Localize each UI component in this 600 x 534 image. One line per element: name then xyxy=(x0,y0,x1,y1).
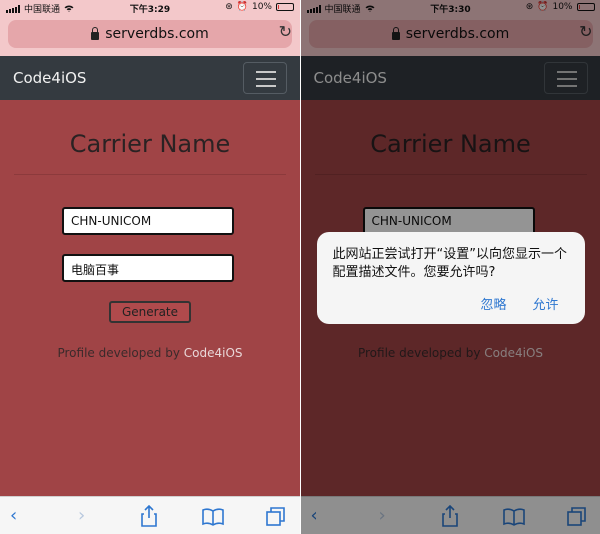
status-bar: 中国联通 下午3:29 ⊛ ⏰ 10% xyxy=(0,0,300,16)
book-icon[interactable] xyxy=(202,508,224,526)
screenshot: 中国联通 下午3:29 ⊛ ⏰ 10% serverdbs.com ↻ Code… xyxy=(0,0,600,534)
page-title: Carrier Name xyxy=(69,130,231,158)
chevron-right-icon[interactable]: › xyxy=(78,505,85,526)
credit-link[interactable]: Code4iOS xyxy=(184,346,243,360)
carrier-name-input[interactable]: CHN-UNICOM xyxy=(62,207,234,235)
navbar-brand[interactable]: Code4iOS xyxy=(13,69,86,87)
address-bar[interactable]: serverdbs.com xyxy=(8,20,292,48)
battery-level xyxy=(278,5,279,9)
chevron-left-icon[interactable]: ‹ xyxy=(10,505,17,526)
share-icon[interactable] xyxy=(140,505,158,527)
ignore-button[interactable]: 忽略 xyxy=(481,294,507,313)
right-phone-screen: 中国联通 下午3:30 ⊛ ⏰ 10% serverdbs.com ↻ Code… xyxy=(299,0,600,534)
left-phone-screen: 中国联通 下午3:29 ⊛ ⏰ 10% serverdbs.com ↻ Code… xyxy=(0,0,300,534)
url-text: serverdbs.com xyxy=(105,26,209,42)
alarm-icon: ⏰ xyxy=(236,2,248,12)
page-content: Carrier Name CHN-UNICOM 电脑百事 Generate Pr… xyxy=(0,100,300,496)
tabs-icon[interactable] xyxy=(266,507,286,527)
hamburger-icon xyxy=(256,71,276,73)
generate-button[interactable]: Generate xyxy=(109,301,191,323)
reload-icon[interactable]: ↻ xyxy=(279,22,292,41)
lock-icon xyxy=(91,27,100,40)
battery-percent: 10% xyxy=(251,2,272,12)
browser-toolbar: ‹ › xyxy=(0,496,300,534)
orientation-lock-icon: ⊛ xyxy=(225,2,233,12)
credit-text: Profile developed by Code4iOS xyxy=(57,346,243,360)
menu-toggle-button[interactable] xyxy=(243,62,287,94)
navbar: Code4iOS xyxy=(0,56,300,100)
open-settings-alert: 此网站正尝试打开“设置”以向您显示一个配置描述文件。您要允许吗? 忽略 允许 xyxy=(316,232,585,324)
divider xyxy=(14,174,286,175)
battery-icon xyxy=(276,3,294,11)
allow-button[interactable]: 允许 xyxy=(533,294,559,313)
profile-name-input[interactable]: 电脑百事 xyxy=(62,254,234,282)
address-bar-area: serverdbs.com ↻ xyxy=(0,16,300,56)
alert-message: 此网站正尝试打开“设置”以向您显示一个配置描述文件。您要允许吗? xyxy=(332,247,567,280)
